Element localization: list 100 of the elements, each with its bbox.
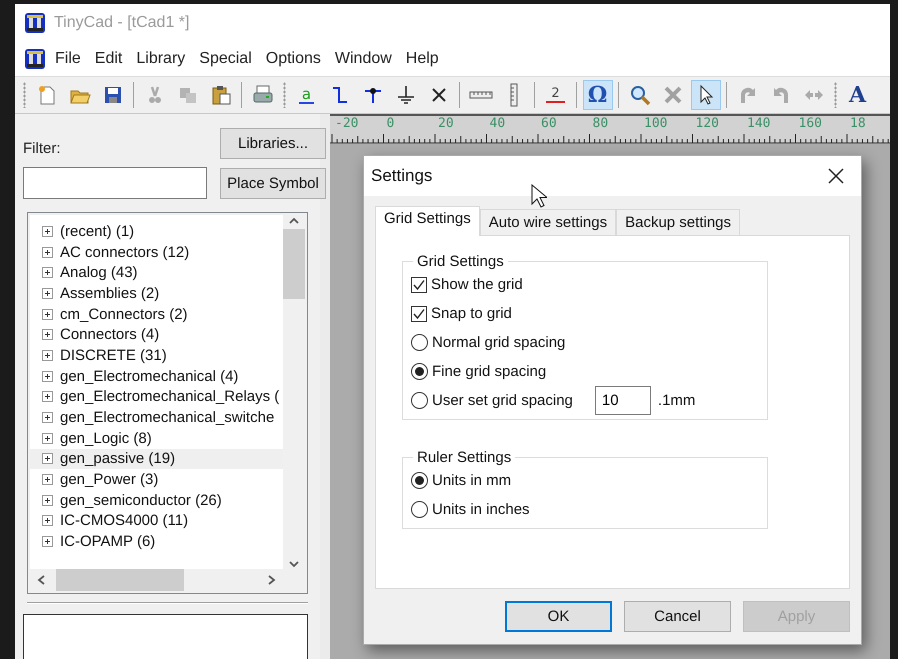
libraries-button[interactable]: Libraries... — [220, 128, 326, 159]
dialog-button[interactable]: OK — [505, 601, 612, 632]
option-label[interactable]: User set grid spacing — [432, 392, 573, 409]
tree-item[interactable]: gen_Electromechanical_switche — [30, 407, 283, 428]
tree-item[interactable]: gen_passive (19) — [30, 448, 283, 470]
radio-button[interactable] — [411, 501, 428, 518]
toolbar-button[interactable] — [690, 80, 720, 110]
tree-item-label: DISCRETE (31) — [60, 346, 167, 364]
scroll-left-icon — [36, 574, 46, 586]
window-title: TinyCad - [tCad1 *] — [54, 14, 190, 32]
toolbar-button[interactable]: Ω — [582, 80, 612, 110]
toolbar-button[interactable]: 2 — [540, 80, 570, 110]
ruler-label: 0 — [386, 116, 396, 132]
tree-item[interactable]: gen_Power (3) — [30, 469, 283, 490]
ruler-label: 160 — [798, 116, 823, 132]
tree-item[interactable]: AC connectors (12) — [30, 242, 283, 262]
magnifier-icon — [628, 84, 650, 106]
tree-item[interactable]: Assemblies (2) — [30, 283, 283, 304]
tree-item[interactable]: IC-OPAMP (6) — [30, 531, 283, 552]
tab[interactable]: Auto wire settings — [480, 209, 616, 235]
ruler-label: 120 — [696, 116, 720, 132]
unit-label: .1mm — [658, 392, 696, 409]
scroll-thumb[interactable] — [283, 229, 305, 299]
tree-item[interactable]: gen_semiconductor (26) — [30, 490, 283, 511]
option-label[interactable]: Fine grid spacing — [432, 363, 546, 380]
radio-button[interactable] — [411, 472, 428, 489]
tree-item[interactable]: Analog (43) — [30, 262, 283, 284]
option-label[interactable]: Units in mm — [432, 472, 512, 489]
vertical-scrollbar[interactable] — [283, 215, 305, 569]
paste-icon — [210, 84, 232, 106]
tree-item[interactable]: gen_Electromechanical_Relays ( — [30, 386, 283, 408]
horizontal-scrollbar[interactable] — [30, 569, 283, 591]
tab[interactable]: Backup settings — [616, 209, 740, 235]
tree-item[interactable]: (recent) (1) — [30, 221, 283, 242]
expand-plus-icon — [42, 308, 53, 320]
tree-item[interactable]: gen_Electromechanical (4) — [30, 366, 283, 386]
scroll-up-icon — [288, 215, 300, 225]
ruler-label: 140 — [747, 116, 772, 132]
radio-button[interactable] — [411, 334, 428, 351]
app-logo-icon — [24, 12, 46, 34]
horizontal-ruler-icon — [468, 91, 492, 99]
menu-item[interactable]: File — [50, 48, 86, 70]
app-logo-icon — [24, 48, 46, 70]
vertical-ruler-icon — [510, 83, 518, 107]
tree-item-label: AC connectors (12) — [60, 244, 190, 261]
radio-button[interactable] — [411, 363, 428, 380]
expand-plus-icon — [42, 432, 53, 444]
toolbar-button[interactable]: A — [842, 80, 872, 110]
menu-item[interactable]: Edit — [90, 48, 128, 70]
tree-item[interactable]: IC-CMOS4000 (11) — [30, 510, 283, 532]
close-icon — [828, 168, 844, 184]
tree-item[interactable]: cm_Connectors (2) — [30, 304, 283, 324]
tree-item-label: gen_Power (3) — [60, 471, 158, 488]
tree-item-label: gen_Electromechanical (4) — [60, 368, 238, 385]
option-label[interactable]: Show the grid — [431, 276, 523, 293]
expand-plus-icon — [42, 453, 53, 464]
tree-item-label: gen_Electromechanical_switche — [60, 409, 274, 426]
checkbox[interactable] — [411, 306, 427, 322]
expand-plus-icon — [42, 350, 53, 361]
menu-item[interactable]: Library — [131, 48, 190, 70]
menu-item[interactable]: Help — [400, 48, 444, 70]
menu-item[interactable]: Options — [260, 48, 326, 70]
expand-plus-icon — [42, 226, 53, 237]
tree-item[interactable]: DISCRETE (31) — [30, 345, 283, 366]
tree-item-label: Connectors (4) — [60, 326, 160, 344]
expand-plus-icon — [42, 329, 53, 340]
scroll-down-icon — [288, 559, 300, 569]
expand-plus-icon — [42, 288, 53, 299]
grid-spacing-field[interactable]: 10 — [594, 386, 651, 415]
tree-item-label: IC-CMOS4000 (11) — [60, 512, 188, 530]
option-label[interactable]: Units in inches — [432, 501, 530, 518]
expand-plus-icon — [42, 391, 53, 402]
ruler-label: 60 — [541, 116, 558, 132]
dialog-button[interactable]: Cancel — [624, 601, 731, 632]
tree-item-label: gen_semiconductor (26) — [60, 492, 222, 509]
place-symbol-button[interactable]: Place Symbol — [220, 168, 326, 199]
dialog-title: Settings — [371, 166, 432, 186]
expand-plus-icon — [42, 474, 53, 486]
ruler-label: 100 — [644, 116, 668, 132]
expand-plus-icon — [42, 494, 53, 506]
menu-item[interactable]: Special — [194, 48, 257, 70]
filter-field[interactable] — [23, 167, 207, 199]
checkbox[interactable] — [411, 276, 427, 292]
tree-item[interactable]: gen_Logic (8) — [30, 428, 283, 449]
radio-button[interactable] — [411, 392, 428, 409]
tree-item-label: cm_Connectors (2) — [60, 306, 188, 323]
expand-plus-icon — [42, 536, 53, 548]
group-title: Grid Settings — [416, 253, 505, 270]
tab[interactable]: Grid Settings — [375, 206, 480, 236]
ruler-label: 40 — [490, 116, 506, 132]
menu-item[interactable]: Window — [330, 48, 397, 70]
expand-plus-icon — [42, 515, 53, 526]
check-icon — [413, 308, 425, 320]
scroll-thumb[interactable] — [56, 569, 184, 591]
option-label[interactable]: Snap to grid — [431, 305, 512, 322]
expand-plus-icon — [42, 246, 53, 258]
tree-item[interactable]: Connectors (4) — [30, 324, 283, 346]
ruler-label: 18 — [850, 116, 867, 132]
group-title: Ruler Settings — [416, 449, 512, 466]
option-label[interactable]: Normal grid spacing — [432, 334, 566, 351]
